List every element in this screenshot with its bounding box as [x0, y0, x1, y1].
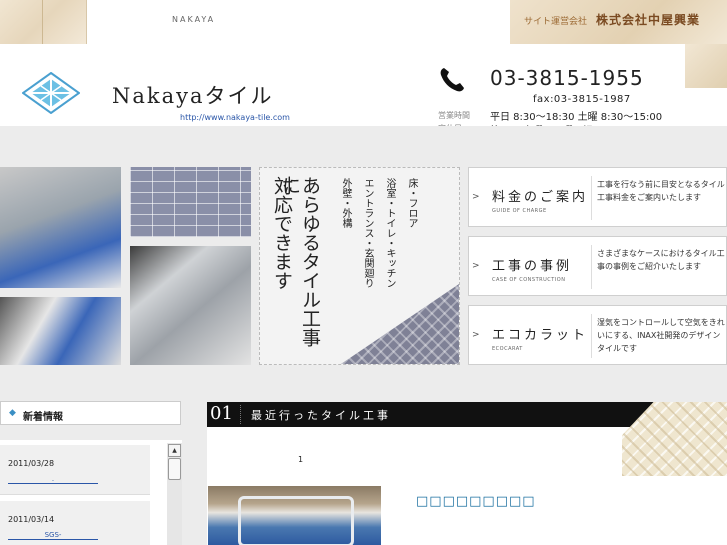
diamond-bullet-icon: ◆ — [9, 408, 16, 418]
catch-copy-panel: 床・フロア 浴室・トイレ・キッチン エントランス・玄関廻り 外壁・外構 あらゆる… — [259, 167, 460, 365]
decorative-tile-right — [685, 44, 727, 88]
scroll-up-arrow-icon[interactable]: ▲ — [168, 444, 181, 457]
worker-photo-1 — [0, 167, 121, 288]
service-item: エントランス・玄関廻り — [362, 178, 373, 288]
hours-value: 平日 8:30〜18:30 土曜 8:30〜15:00 — [490, 112, 663, 123]
divider — [591, 176, 592, 220]
menu-item-description: 湿気をコントロールして空気をきれいにする、INAX社開発のデザインタイルです — [597, 318, 725, 353]
worker-photo-2 — [0, 297, 121, 365]
menu-item-cases[interactable]: > 工事の事例 CASE OF CONSTRUCTION さまざまなケースにおけ… — [468, 236, 727, 296]
news-link[interactable]: SGS- — [8, 531, 98, 540]
tile-wall-photo — [130, 167, 251, 237]
chevron-right-icon: > — [472, 192, 480, 202]
fax-number: fax:03-3815-1987 — [533, 94, 631, 105]
section-number: 01 — [210, 403, 233, 424]
news-date: 2011/03/28 — [8, 459, 55, 468]
site-url-link[interactable]: http://www.nakaya-tile.com — [180, 113, 290, 122]
operator-banner[interactable]: サイト運営会社 株式会社中屋興業 — [510, 0, 727, 44]
chevron-right-icon: > — [472, 330, 480, 340]
divider — [591, 245, 592, 289]
logo-icon[interactable] — [22, 72, 80, 114]
divider — [240, 405, 241, 424]
news-header: ◆ 新着情報 — [0, 401, 181, 425]
section-title: 最近行ったタイル工事 — [251, 409, 391, 422]
list-item: 2011/03/28 . — [0, 445, 150, 495]
tile-pattern-decoration — [341, 284, 459, 364]
catch-main-line-2: 対応できます — [271, 176, 293, 290]
news-link[interactable]: . — [8, 475, 98, 484]
works-link[interactable]: □□□□□□□□□ — [416, 494, 536, 509]
menu-item-description: 工事を行なう前に目安となるタイル工事料金をご案内いたします — [597, 180, 725, 202]
site-title[interactable]: Nakayaタイル — [112, 80, 274, 110]
menu-item-description: さまざまなケースにおけるタイル工事の事例をご紹介いたします — [597, 249, 725, 271]
menu-item-subtitle: ECOCARAT — [492, 346, 523, 352]
phone-number: 03-3815-1955 — [490, 66, 644, 90]
news-list: 2011/03/28 . 2011/03/14 SGS- — [0, 440, 182, 545]
company-name: 株式会社中屋興業 — [596, 13, 701, 27]
service-item: 床・フロア — [406, 178, 417, 228]
service-item: 浴室・トイレ・キッチン — [384, 178, 395, 288]
divider — [591, 314, 592, 358]
menu-item-charge[interactable]: > 料金のご案内 GUIDE OF CHARGE 工事を行なう前に目安となるタイ… — [468, 167, 727, 227]
menu-item-subtitle: CASE OF CONSTRUCTION — [492, 277, 566, 283]
hours-label: 営業時間 — [438, 111, 470, 120]
service-item: 外壁・外構 — [340, 178, 351, 228]
menu-item-title: 料金のご案内 — [492, 190, 589, 205]
menu-item-title: エコカラット — [492, 328, 589, 343]
scroll-thumb[interactable] — [168, 458, 181, 480]
decorative-tile — [0, 0, 87, 44]
list-item: 2011/03/14 SGS- — [0, 501, 150, 545]
menu-item-subtitle: GUIDE OF CHARGE — [492, 208, 547, 214]
brand-small-text: NAKAYA — [172, 15, 216, 24]
top-strip: NAKAYA サイト運営会社 株式会社中屋興業 — [0, 0, 727, 44]
menu-item-ecocarat[interactable]: > エコカラット ECOCARAT 湿気をコントロールして空気をきれいにする、I… — [468, 305, 727, 365]
chevron-right-icon: > — [472, 261, 480, 271]
site-header: Nakayaタイル http://www.nakaya-tile.com 03-… — [0, 44, 727, 137]
works-photo[interactable] — [208, 486, 381, 545]
phone-icon — [440, 68, 464, 92]
news-header-label: 新着情報 — [23, 412, 63, 423]
operator-label: サイト運営会社 — [524, 17, 588, 27]
page-number[interactable]: 1 — [298, 455, 303, 464]
worker-photo-3 — [130, 246, 251, 365]
menu-item-title: 工事の事例 — [492, 259, 573, 274]
news-date: 2011/03/14 — [8, 515, 55, 524]
